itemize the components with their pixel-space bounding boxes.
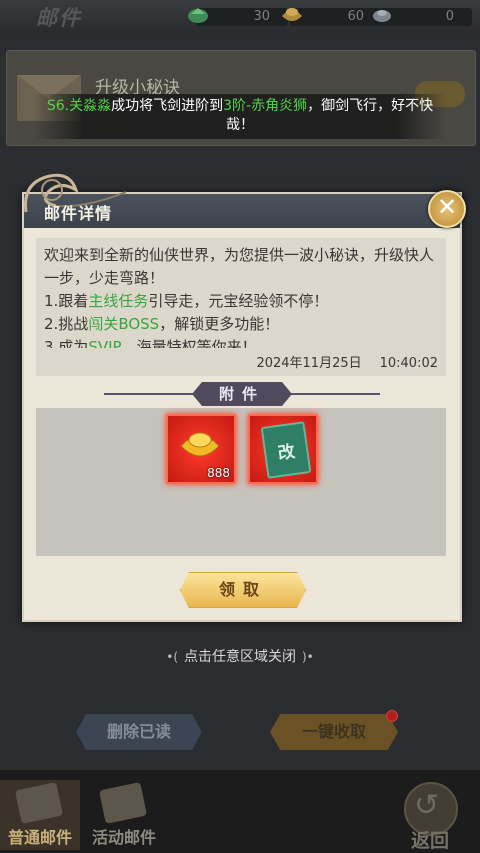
return-arrow-icon: ↺	[414, 788, 440, 823]
rename-token-icon: 改	[260, 421, 312, 479]
close-hint[interactable]: •(点击任意区域关闭)•	[0, 646, 480, 666]
message-timestamp: 2024年11月25日 10:40:02	[36, 348, 446, 376]
jade-icon	[188, 8, 208, 23]
close-icon: ✕	[436, 193, 458, 221]
message-line-1: 欢迎来到全新的仙侠世界，为您提供一波小秘诀，升级快人一步，少走弯路！	[44, 246, 435, 287]
link-boss[interactable]: 闯关BOSS	[88, 315, 159, 333]
tab-event-mail[interactable]: 活动邮件	[84, 780, 164, 850]
message-line-2: 1.跟着主线任务引导走，元宝经验领不停！	[44, 292, 329, 310]
toast-text-1: 成功将飞剑进阶到	[111, 98, 224, 114]
dialog-title: 邮件详情	[44, 204, 113, 223]
attachment-item-rename-card[interactable]: 改	[248, 414, 318, 484]
silver-icon	[373, 10, 391, 22]
claim-button[interactable]: 领取	[180, 572, 306, 608]
silver-counter: 0	[373, 8, 472, 26]
attachment-item-gold[interactable]: 888	[166, 414, 236, 484]
attachment-list: 888 改	[36, 408, 446, 556]
message-body[interactable]: 欢迎来到全新的仙侠世界，为您提供一波小秘诀，升级快人一步，少走弯路！ 1.跟着主…	[36, 238, 446, 376]
jade-counter: 30	[188, 8, 288, 26]
jade-value: 30	[253, 9, 270, 24]
ornament-icon: )•	[302, 650, 314, 664]
message-line-3: 2.挑战闯关BOSS，解锁更多功能！	[44, 315, 280, 333]
broadcast-toast: S6.关淼淼成功将飞剑进阶到3阶-赤角炎狮，御剑飞行，好不快哉！	[34, 94, 446, 139]
ornament-icon: •(	[166, 650, 178, 664]
delete-read-button[interactable]: 删除已读	[76, 714, 202, 750]
page-title: 邮件	[36, 6, 82, 30]
dialog-header: 邮件详情	[24, 173, 460, 228]
message-date: 2024年11月25日	[256, 356, 362, 371]
top-bar: 邮件 30 60 0	[0, 0, 480, 34]
gold-counter: 60	[282, 8, 382, 26]
message-time: 10:40:02	[379, 356, 438, 371]
tab-normal-mail[interactable]: 普通邮件	[0, 780, 80, 850]
back-button[interactable]: ↺ 返回	[398, 782, 462, 852]
claim-all-button[interactable]: 一键收取	[270, 714, 398, 750]
close-button[interactable]: ✕	[428, 190, 466, 228]
attachment-header: 附件	[104, 382, 380, 406]
message-text: 欢迎来到全新的仙侠世界，为您提供一波小秘诀，升级快人一步，少走弯路！ 1.跟着主…	[44, 244, 442, 359]
mail-detail-dialog: 邮件详情 ✕ 欢迎来到全新的仙侠世界，为您提供一波小秘诀，升级快人一步，少走弯路…	[22, 173, 466, 622]
letter-icon	[14, 782, 64, 824]
attachment-quantity: 888	[207, 466, 230, 480]
toast-player: S6.关淼淼	[46, 98, 112, 114]
letter-icon	[98, 782, 148, 824]
attachment-label: 附件	[192, 382, 292, 406]
notification-dot	[386, 710, 398, 722]
silver-value: 0	[445, 9, 454, 24]
gold-ingot-icon	[180, 432, 220, 457]
link-main-quest[interactable]: 主线任务	[88, 292, 148, 310]
gold-value: 60	[347, 9, 364, 24]
gold-ingot-icon	[282, 8, 302, 21]
toast-highlight: 3阶-赤角炎狮	[223, 98, 308, 114]
